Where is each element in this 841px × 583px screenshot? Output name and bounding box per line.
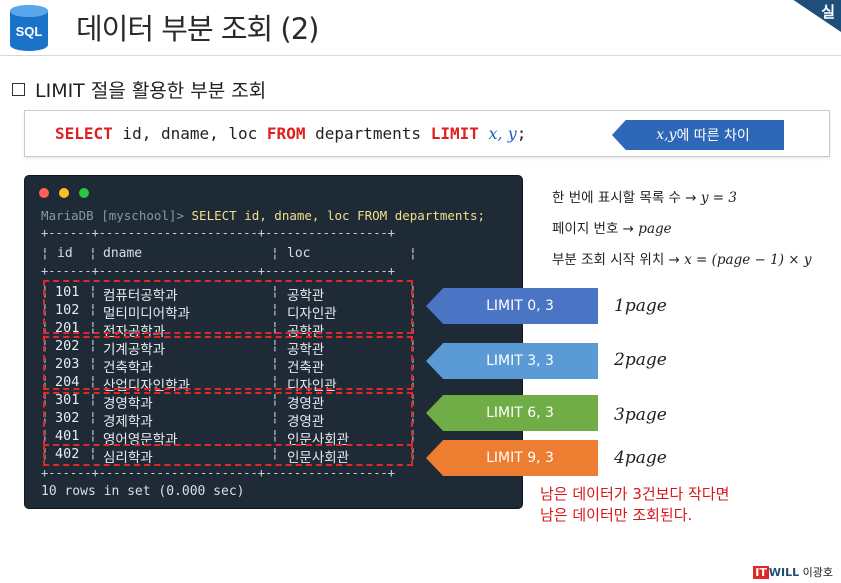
column-header-loc: loc: [287, 246, 311, 261]
keyword-from: FROM: [266, 124, 306, 143]
info-rows-per-page-text: 한 번에 표시할 목록 수 →: [552, 190, 701, 206]
page-group-1-highlight: [43, 280, 413, 334]
note-line-2: 남은 데이터만 조회된다.: [540, 506, 693, 524]
column-header-dname: dname: [103, 246, 143, 261]
logo-text: SQL: [16, 24, 43, 39]
page-group-3-highlight: [43, 392, 413, 446]
page-group-4-highlight: [43, 444, 413, 466]
terminal-prompt: MariaDB [myschool]>: [41, 208, 192, 223]
syntax-columns: id, dname, loc: [112, 124, 267, 143]
note-line-1: 남은 데이터가 3건보다 작다면: [540, 485, 730, 503]
sql-logo-icon: SQL: [8, 4, 50, 52]
page-label-4: 4page: [614, 448, 667, 468]
info-start-position-text: 부분 조회 시작 위치 →: [552, 252, 685, 268]
info-start-position: 부분 조회 시작 위치 → x = (page − 1) × y: [552, 248, 812, 268]
syntax-comma: ,: [497, 124, 508, 143]
syntax-table: departments: [305, 124, 431, 143]
maximize-dot-icon[interactable]: [79, 188, 89, 198]
keyword-limit: LIMIT: [430, 124, 479, 143]
syntax-callout-arrow: x,y 에 따른 차이: [612, 120, 784, 150]
remaining-data-note: 남은 데이터가 3건보다 작다면 남은 데이터만 조회된다.: [540, 484, 729, 526]
section-heading: LIMIT 절을 활용한 부분 조회: [12, 76, 266, 103]
info-page-number: 페이지 번호 → page: [552, 217, 672, 237]
table-border-bottom: +------+----------------------+---------…: [41, 466, 396, 480]
limit-arrow-1: LIMIT 0, 3: [426, 288, 598, 324]
header-divider: [0, 55, 841, 56]
limit-arrow-3: LIMIT 6, 3: [426, 395, 598, 431]
syntax-line: SELECT id, dname, loc FROM departments L…: [55, 124, 526, 143]
brand-will: WILL: [768, 566, 800, 579]
column-header-id: id: [57, 246, 73, 261]
keyword-select: SELECT: [55, 124, 113, 143]
syntax-semicolon: ;: [516, 124, 527, 143]
table-pipe: ¦: [271, 246, 279, 261]
terminal-command: SELECT id, dname, loc FROM departments;: [191, 208, 486, 223]
table-border-top: +------+----------------------+---------…: [41, 226, 396, 240]
callout-text: 에 따른 차이: [676, 128, 750, 144]
info-rows-per-page: 한 번에 표시할 목록 수 → y = 3: [552, 186, 737, 206]
info-start-position-math: x = (page − 1) × y: [684, 252, 812, 268]
terminal-prompt-line: MariaDB [myschool]> SELECT id, dname, lo…: [41, 208, 485, 223]
syntax-var-x: x: [488, 124, 498, 143]
brand-it: IT: [753, 566, 769, 579]
brand-logo: IT WILL 이광호: [753, 564, 833, 580]
info-rows-per-page-math: y = 3: [700, 190, 737, 206]
limit-arrow-2: LIMIT 3, 3: [426, 343, 598, 379]
page-title: 데이터 부분 조회 (2): [76, 12, 319, 46]
checkbox-bullet-icon: [12, 83, 25, 96]
brand-author: 이광호: [802, 566, 833, 579]
table-border-header: +------+----------------------+---------…: [41, 264, 396, 278]
table-pipe: ¦: [409, 246, 417, 261]
section-heading-text: LIMIT 절을 활용한 부분 조회: [35, 80, 267, 102]
info-page-number-math: page: [638, 221, 672, 237]
page-group-2-highlight: [43, 336, 413, 390]
info-page-number-text: 페이지 번호 →: [552, 221, 639, 237]
close-dot-icon[interactable]: [39, 188, 49, 198]
limit-arrow-4: LIMIT 9, 3: [426, 440, 598, 476]
result-count: 10 rows in set (0.000 sec): [41, 484, 245, 499]
corner-label: 실: [821, 3, 835, 21]
page-label-3: 3page: [614, 405, 667, 425]
page-label-2: 2page: [614, 350, 667, 370]
page-label-1: 1page: [614, 296, 667, 316]
callout-vars: x,y: [656, 127, 677, 143]
table-pipe: ¦: [41, 246, 49, 261]
syntax-var-y: y: [507, 124, 517, 143]
minimize-dot-icon[interactable]: [59, 188, 69, 198]
table-pipe: ¦: [89, 246, 97, 261]
